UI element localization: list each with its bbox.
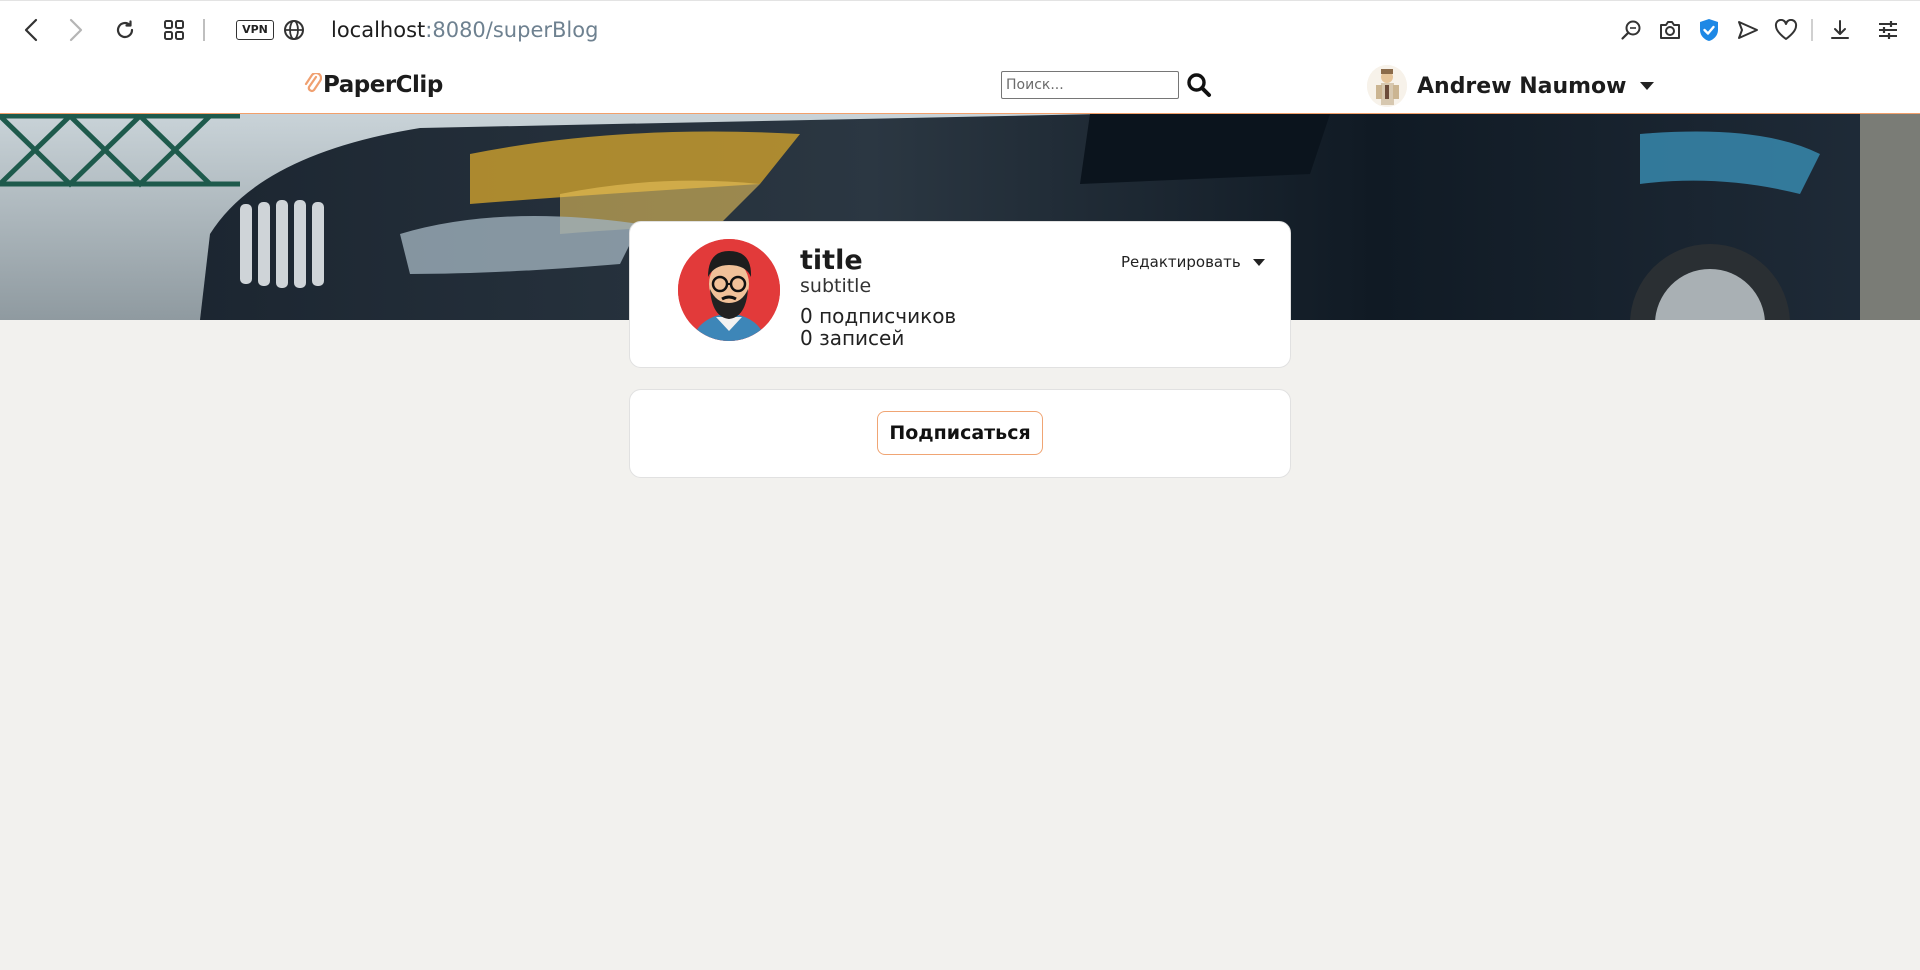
toolbar-divider (1811, 19, 1813, 41)
back-icon[interactable] (18, 16, 44, 44)
settings-sliders-icon[interactable] (1874, 16, 1902, 44)
user-name: Andrew Naumow (1417, 73, 1627, 99)
send-icon[interactable] (1734, 16, 1762, 44)
globe-icon[interactable] (281, 16, 307, 44)
url-host: localhost (331, 18, 426, 42)
blog-avatar (678, 239, 780, 341)
reload-icon[interactable] (111, 16, 139, 44)
logo-text: PaperClip (323, 72, 443, 98)
chevron-down-icon (1640, 82, 1655, 90)
paperclip-icon (304, 73, 322, 92)
subscribe-card: Подписаться (629, 389, 1291, 478)
download-icon[interactable] (1826, 16, 1854, 44)
toolbar-divider (203, 19, 205, 41)
search-input[interactable] (1001, 71, 1179, 99)
shield-check-icon[interactable] (1695, 16, 1723, 44)
blog-subtitle: subtitle (800, 275, 872, 297)
heart-icon[interactable] (1772, 16, 1800, 44)
browser-toolbar: VPN localhost:8080/superBlog (0, 0, 1920, 60)
subscribers-count: 0 подписчиков (800, 304, 957, 328)
blog-profile-card: title subtitle 0 подписчиков 0 записей Р… (629, 221, 1291, 368)
subscribe-button[interactable]: Подписаться (877, 411, 1043, 455)
zoom-search-icon[interactable] (1617, 16, 1645, 44)
site-logo[interactable]: PaperClip (304, 72, 443, 98)
site-header: PaperClip Andrew Naumow (0, 59, 1920, 114)
address-bar[interactable]: localhost:8080/superBlog (331, 15, 598, 45)
blog-title: title (800, 245, 863, 276)
user-avatar (1367, 65, 1407, 107)
search-icon[interactable] (1186, 72, 1214, 100)
edit-label: Редактировать (1121, 253, 1241, 271)
url-path: :8080/superBlog (425, 18, 599, 42)
posts-count: 0 записей (800, 326, 905, 350)
forward-icon[interactable] (63, 16, 89, 44)
edit-dropdown[interactable]: Редактировать (1121, 253, 1265, 271)
user-menu[interactable]: Andrew Naumow (1367, 65, 1655, 107)
tabs-grid-icon[interactable] (160, 16, 188, 44)
vpn-badge[interactable]: VPN (236, 20, 274, 40)
camera-icon[interactable] (1655, 16, 1685, 44)
chevron-down-icon (1252, 258, 1265, 266)
